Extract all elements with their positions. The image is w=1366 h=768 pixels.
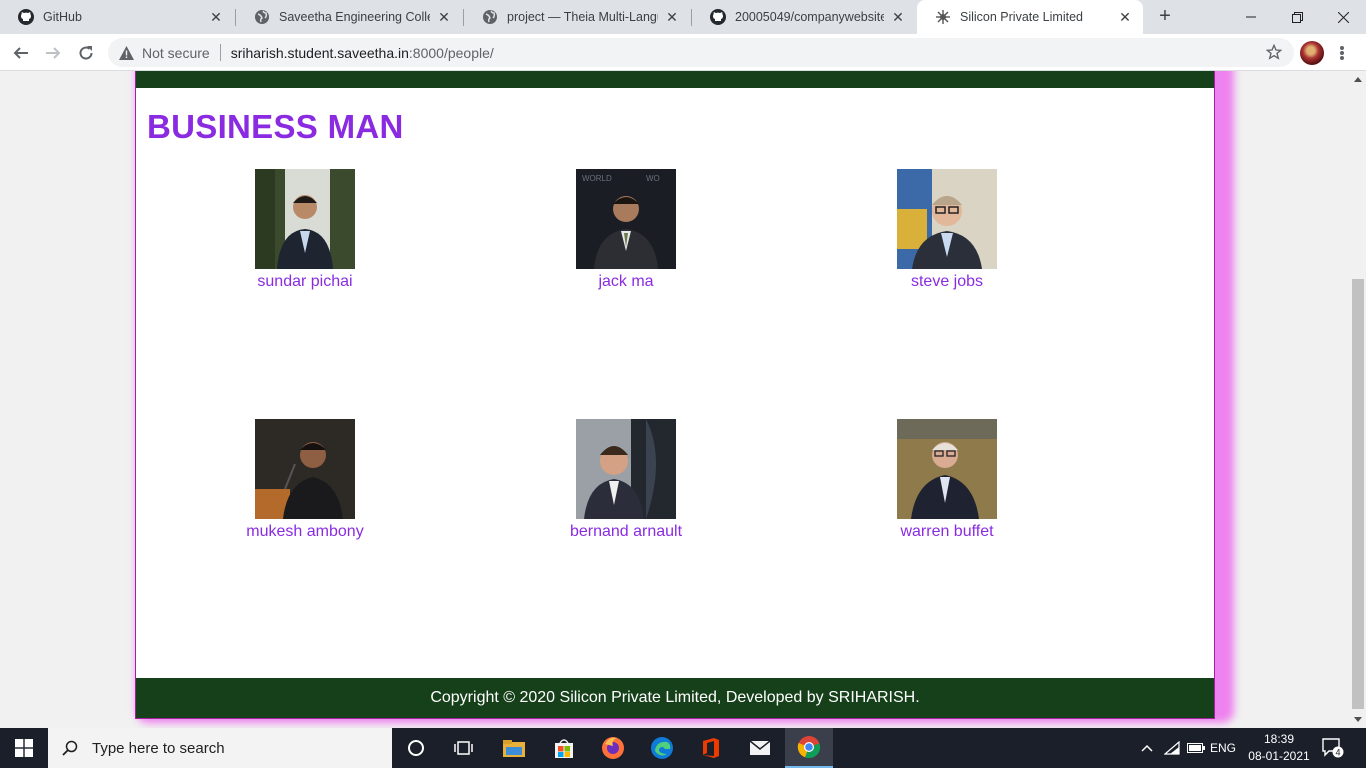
- close-icon[interactable]: ✕: [890, 9, 906, 25]
- page-header-bar: [136, 71, 1214, 88]
- page-viewport: BUSINESS MAN sundar pichai WORLD WO jack …: [0, 71, 1350, 728]
- taskbar-search-box[interactable]: Type here to search: [48, 728, 392, 768]
- firefox-icon[interactable]: [589, 728, 637, 768]
- page-title: BUSINESS MAN: [147, 108, 404, 145]
- windows-start-icon[interactable]: [0, 728, 48, 768]
- close-icon[interactable]: ✕: [208, 9, 224, 25]
- person-photo[interactable]: [897, 419, 997, 519]
- tab-saveetha[interactable]: Saveetha Engineering College ✕: [236, 0, 462, 34]
- url-path: :8000/people/: [408, 44, 494, 61]
- bookmark-star-icon[interactable]: [1265, 43, 1283, 60]
- person-name-link[interactable]: steve jobs: [847, 273, 1047, 291]
- tab-companywebsite[interactable]: 20005049/companywebsite ✕: [692, 0, 916, 34]
- person-photo[interactable]: [255, 169, 355, 269]
- page-footer: Copyright © 2020 Silicon Private Limited…: [136, 678, 1214, 718]
- person-name-link[interactable]: warren buffet: [847, 523, 1047, 541]
- tab-github[interactable]: GitHub ✕: [0, 0, 234, 34]
- new-tab-button[interactable]: +: [1153, 5, 1177, 29]
- office-icon[interactable]: [687, 728, 735, 768]
- search-icon: [62, 740, 78, 756]
- person-photo[interactable]: [576, 419, 676, 519]
- reload-icon[interactable]: [73, 40, 99, 66]
- person-card: warren buffet: [847, 419, 1047, 541]
- person-card: steve jobs: [847, 169, 1047, 291]
- person-name-link[interactable]: mukesh ambony: [205, 523, 405, 541]
- svg-text:WO: WO: [646, 174, 660, 183]
- person-name-link[interactable]: sundar pichai: [205, 273, 405, 291]
- scroll-down-icon[interactable]: [1350, 712, 1366, 728]
- battery-icon[interactable]: [1184, 728, 1208, 768]
- person-card: WORLD WO jack ma: [526, 169, 726, 291]
- taskbar: Type here to search ENG 18:39 08-01-2021…: [0, 728, 1366, 768]
- person-photo[interactable]: [255, 419, 355, 519]
- omnibox-divider: [219, 44, 221, 61]
- language-indicator[interactable]: ENG: [1208, 728, 1238, 768]
- tab-silicon[interactable]: Silicon Private Limited ✕: [917, 0, 1143, 34]
- warning-icon[interactable]: [118, 45, 134, 61]
- tab-label: 20005049/companywebsite: [735, 10, 884, 24]
- page-container: BUSINESS MAN sundar pichai WORLD WO jack …: [135, 71, 1215, 719]
- notification-center-icon[interactable]: 4: [1322, 738, 1344, 758]
- browser-toolbar: Not secure sriharish.student.saveetha.in…: [0, 34, 1366, 71]
- tab-label: Saveetha Engineering College: [279, 10, 430, 24]
- scrollbar-thumb[interactable]: [1352, 279, 1364, 709]
- clock-time: 18:39: [1263, 732, 1295, 746]
- github-icon: [710, 9, 726, 25]
- address-bar[interactable]: Not secure sriharish.student.saveetha.in…: [108, 38, 1294, 67]
- file-explorer-icon[interactable]: [490, 728, 538, 768]
- person-photo[interactable]: [897, 169, 997, 269]
- window-close-icon[interactable]: [1320, 0, 1366, 34]
- security-label[interactable]: Not secure: [142, 45, 210, 61]
- site-favicon-icon: [935, 9, 951, 25]
- cortana-icon[interactable]: [392, 728, 440, 768]
- globe-icon: [254, 9, 270, 25]
- back-arrow-icon[interactable]: [8, 40, 34, 66]
- profile-avatar[interactable]: [1300, 41, 1324, 65]
- task-view-icon[interactable]: [440, 728, 488, 768]
- minimize-icon[interactable]: [1228, 0, 1274, 34]
- url-host: sriharish.student.saveetha.in: [230, 44, 409, 61]
- vertical-scrollbar[interactable]: [1350, 71, 1366, 728]
- network-icon[interactable]: [1160, 728, 1184, 768]
- restore-icon[interactable]: [1274, 0, 1320, 34]
- mail-icon[interactable]: [736, 728, 784, 768]
- more-menu-icon[interactable]: [1334, 42, 1350, 64]
- close-icon[interactable]: ✕: [664, 9, 680, 25]
- close-icon[interactable]: ✕: [436, 9, 452, 25]
- person-photo[interactable]: WORLD WO: [576, 169, 676, 269]
- chrome-icon[interactable]: [785, 728, 833, 768]
- close-icon[interactable]: ✕: [1117, 9, 1133, 25]
- footer-text: Copyright © 2020 Silicon Private Limited…: [430, 689, 920, 706]
- tab-label: GitHub: [43, 10, 82, 24]
- notification-count: 4: [1335, 748, 1340, 758]
- scroll-up-icon[interactable]: [1350, 71, 1366, 87]
- tab-strip: GitHub ✕ Saveetha Engineering College ✕ …: [0, 0, 1366, 34]
- svg-text:WORLD: WORLD: [582, 174, 612, 183]
- person-name-link[interactable]: jack ma: [526, 273, 726, 291]
- search-placeholder: Type here to search: [92, 739, 225, 757]
- clock-date: 08-01-2021: [1248, 749, 1310, 763]
- person-card: mukesh ambony: [205, 419, 405, 541]
- person-card: sundar pichai: [205, 169, 405, 291]
- person-card: bernand arnault: [526, 419, 726, 541]
- edge-icon[interactable]: [638, 728, 686, 768]
- globe-icon: [482, 9, 498, 25]
- forward-arrow-icon[interactable]: [40, 40, 66, 66]
- person-name-link[interactable]: bernand arnault: [526, 523, 726, 541]
- clock[interactable]: 18:39 08-01-2021: [1240, 731, 1318, 765]
- tray-overflow-icon[interactable]: [1136, 728, 1158, 768]
- store-icon[interactable]: [540, 728, 588, 768]
- tab-label: Silicon Private Limited: [960, 10, 1083, 24]
- tab-label: project — Theia Multi-Language: [507, 10, 658, 24]
- github-icon: [18, 9, 34, 25]
- tab-theia[interactable]: project — Theia Multi-Language ✕: [464, 0, 690, 34]
